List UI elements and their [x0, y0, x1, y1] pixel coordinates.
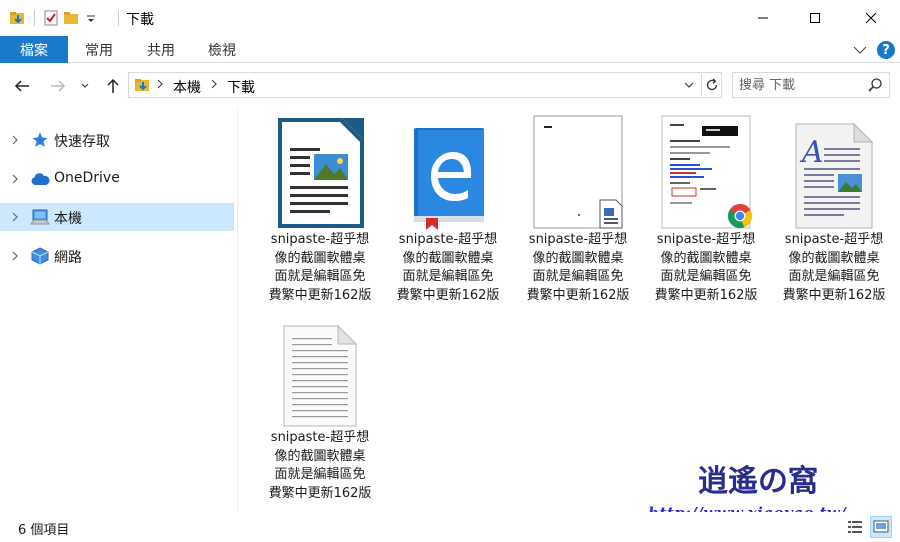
- minimize-button[interactable]: [740, 0, 786, 36]
- nav-item-network[interactable]: 網路: [0, 242, 234, 270]
- close-button[interactable]: [848, 0, 894, 36]
- nav-item-label: OneDrive: [54, 170, 120, 186]
- help-button[interactable]: ?: [877, 41, 895, 59]
- window-title: 下載: [126, 12, 154, 28]
- edge-ebook-icon: [398, 114, 498, 230]
- status-bar: 6 個項目: [0, 512, 900, 542]
- refresh-button[interactable]: [701, 74, 721, 96]
- nav-item-quick-access[interactable]: 快速存取: [0, 126, 234, 154]
- recent-locations-button[interactable]: [76, 74, 94, 98]
- wordpad-document-icon: A: [784, 114, 884, 230]
- nav-item-label: 網路: [54, 250, 82, 266]
- tab-share[interactable]: 共用: [138, 36, 184, 63]
- tab-home[interactable]: 常用: [76, 36, 122, 63]
- chevron-right-icon[interactable]: [10, 250, 20, 262]
- address-row: 本機 下載: [0, 64, 900, 108]
- chevron-right-icon[interactable]: [10, 173, 20, 185]
- arrow-right-icon: [51, 80, 66, 92]
- toolbar-separator: [34, 10, 35, 26]
- maximize-button[interactable]: [792, 0, 838, 36]
- up-button[interactable]: [101, 74, 125, 98]
- svg-text:A: A: [799, 135, 824, 170]
- star-icon: [30, 131, 50, 149]
- large-icons-view-icon: [873, 520, 889, 533]
- arrow-left-icon: [14, 80, 29, 92]
- libreoffice-writer-icon: [270, 114, 370, 230]
- chevron-right-icon[interactable]: [10, 211, 20, 223]
- expand-ribbon-chevron-icon[interactable]: [852, 42, 868, 58]
- file-item[interactable]: snipaste-超乎想 像的截圖軟體桌 面就是編輯區免 費繁中更新162版: [388, 108, 508, 304]
- file-name: snipaste-超乎想 像的截圖軟體桌 面就是編輯區免 費繁中更新162版: [396, 232, 500, 303]
- file-item[interactable]: snipaste-超乎想 像的截圖軟體桌 面就是編輯區免 費繁中更新162版: [260, 108, 380, 304]
- properties-icon[interactable]: [41, 8, 61, 28]
- item-count: 6 個項目: [18, 523, 70, 538]
- file-item[interactable]: snipaste-超乎想 像的截圖軟體桌 面就是編輯區免 費繁中更新162版: [518, 108, 638, 304]
- customize-toolbar-dropdown-icon[interactable]: [81, 8, 101, 28]
- breadcrumb-this-pc[interactable]: 本機: [173, 77, 201, 97]
- search-box[interactable]: [732, 72, 890, 98]
- nav-item-label: 本機: [54, 211, 82, 227]
- nav-item-label: 快速存取: [54, 134, 110, 150]
- search-input[interactable]: [739, 76, 859, 94]
- word-document-thumbnail-icon: [528, 114, 628, 230]
- details-view-icon: [848, 521, 862, 533]
- search-icon[interactable]: [867, 77, 883, 93]
- file-item[interactable]: A snipaste-超乎想 像的截圖軟體桌 面就是編輯區免 費繁中更新162版: [774, 108, 894, 304]
- computer-icon: [30, 208, 50, 226]
- chevron-down-icon: [81, 83, 89, 88]
- maximize-icon: [810, 13, 820, 23]
- address-bar[interactable]: 本機 下載: [128, 72, 722, 98]
- folder-download-icon: [135, 79, 149, 91]
- nav-item-this-pc[interactable]: 本機: [0, 203, 234, 231]
- file-name: snipaste-超乎想 像的截圖軟體桌 面就是編輯區免 費繁中更新162版: [268, 232, 372, 303]
- large-icons-view-button[interactable]: [870, 516, 892, 538]
- ribbon-tabs: 檔案 常用 共用 檢視 ?: [0, 36, 900, 63]
- file-item[interactable]: snipaste-超乎想 像的截圖軟體桌 面就是編輯區免 費繁中更新162版: [646, 108, 766, 304]
- tab-file[interactable]: 檔案: [0, 36, 68, 63]
- chrome-pdf-thumbnail-icon: [656, 114, 756, 230]
- text-document-icon: [270, 312, 370, 428]
- folder-download-icon[interactable]: [8, 8, 28, 28]
- network-icon: [30, 247, 50, 265]
- file-name: snipaste-超乎想 像的截圖軟體桌 面就是編輯區免 費繁中更新162版: [782, 232, 886, 303]
- quick-access-toolbar: [8, 8, 101, 28]
- title-separator: [118, 10, 119, 26]
- file-name: snipaste-超乎想 像的截圖軟體桌 面就是編輯區免 費繁中更新162版: [526, 232, 630, 303]
- chevron-right-icon[interactable]: [210, 79, 218, 89]
- minimize-icon: [758, 17, 768, 19]
- watermark-logo: 逍遙の窩: [698, 464, 818, 499]
- refresh-icon: [706, 78, 717, 91]
- back-button[interactable]: [10, 74, 34, 98]
- tab-view[interactable]: 檢視: [199, 36, 245, 63]
- file-list: snipaste-超乎想 像的截圖軟體桌 面就是編輯區免 費繁中更新162版 s…: [238, 108, 900, 512]
- file-name: snipaste-超乎想 像的截圖軟體桌 面就是編輯區免 費繁中更新162版: [268, 430, 372, 501]
- arrow-up-icon: [107, 78, 119, 93]
- title-bar: 下載: [0, 0, 900, 36]
- file-name: snipaste-超乎想 像的截圖軟體桌 面就是編輯區免 費繁中更新162版: [654, 232, 758, 303]
- cloud-icon: [30, 170, 50, 188]
- forward-button[interactable]: [46, 74, 70, 98]
- chevron-right-icon[interactable]: [10, 134, 20, 146]
- address-dropdown-icon[interactable]: [683, 77, 695, 93]
- breadcrumb-downloads[interactable]: 下載: [227, 77, 255, 97]
- details-view-button[interactable]: [844, 516, 866, 538]
- chevron-right-icon[interactable]: [156, 79, 164, 89]
- close-icon: [865, 12, 877, 24]
- file-item[interactable]: snipaste-超乎想 像的截圖軟體桌 面就是編輯區免 費繁中更新162版: [260, 306, 380, 502]
- nav-item-onedrive[interactable]: OneDrive: [0, 165, 234, 193]
- navigation-pane: 快速存取 OneDrive 本機 網路: [0, 108, 236, 512]
- new-folder-icon[interactable]: [61, 8, 81, 28]
